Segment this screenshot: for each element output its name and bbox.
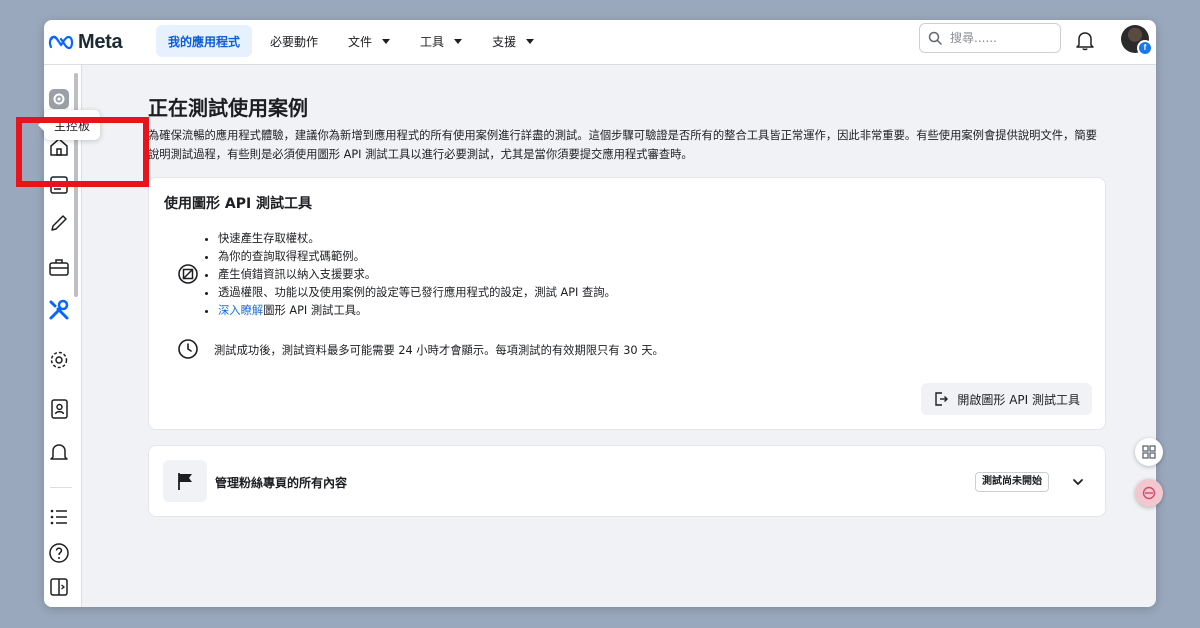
main-nav: 我的應用程式 必要動作 文件 工具 支援 [156,25,552,57]
learn-more-link[interactable]: 深入瞭解 [218,304,263,317]
nav-label: 文件 [348,34,373,49]
caret-down-icon [526,38,535,44]
page-title: 正在測試使用案例 [148,96,308,120]
facebook-badge-icon: f [1137,40,1153,56]
translate-button[interactable] [1135,479,1163,507]
pencil-icon[interactable] [47,211,71,235]
nav-required-actions[interactable]: 必要動作 [258,25,330,57]
open-external-icon [935,392,949,406]
bell-icon[interactable] [47,440,71,464]
app-settings-icon[interactable] [47,87,71,111]
button-label: 開啟圖形 API 測試工具 [957,392,1080,407]
open-graph-explorer-button[interactable]: 開啟圖形 API 測試工具 [921,383,1092,415]
search-input[interactable] [948,30,1048,46]
bell-icon [1076,32,1094,51]
nav-label: 工具 [420,34,445,49]
list-item: 透過權限、功能以及使用案例的設定等已發行應用程式的設定，測試 API 查詢。 [218,284,616,302]
panel-toggle-icon[interactable] [47,575,71,599]
search-icon [928,31,942,45]
app-window: Meta 我的應用程式 必要動作 文件 工具 支援 f [44,20,1156,607]
graph-api-explorer-card: 使用圖形 API 測試工具 快速產生存取權杖。 為你的查詢取得程式碼範例。 產生… [148,177,1106,430]
notifications-button[interactable] [1074,29,1096,55]
feature-list: 快速產生存取權杖。 為你的查詢取得程式碼範例。 產生偵錯資訊以納入支援要求。 透… [204,230,616,320]
card-title: 使用圖形 API 測試工具 [164,196,313,212]
gear-icon[interactable] [47,348,71,372]
clock-icon [177,338,199,364]
logo-text: Meta [78,30,123,53]
grid-apps-button[interactable] [1135,438,1163,466]
nav-my-apps[interactable]: 我的應用程式 [156,25,253,57]
grid-icon [1142,445,1156,459]
tools-icon[interactable] [47,298,71,322]
list-item: 產生偵錯資訊以納入支援要求。 [218,266,616,284]
avatar[interactable]: f [1121,25,1153,56]
page-description: 為確保流暢的應用程式體驗，建議你為新增到應用程式的所有使用案例進行詳盡的測試。這… [148,129,1097,161]
nav-docs[interactable]: 文件 [336,25,402,57]
learn-more-text: 圖形 API 測試工具。 [263,304,368,317]
meta-logo-icon [48,35,74,50]
nav-label: 支援 [492,34,517,49]
test-data-note: 測試成功後，測試資料最多可能需要 24 小時才會顯示。每項測試的有效期限只有 3… [214,344,664,357]
search-box[interactable] [919,23,1061,53]
list-item: 快速產生存取權杖。 [218,230,616,248]
caret-down-icon [382,38,391,44]
use-case-title: 管理粉絲專頁的所有內容 [215,476,348,490]
status-badge: 測試尚未開始 [975,472,1049,492]
nav-support[interactable]: 支援 [480,25,546,57]
help-icon[interactable] [47,541,71,565]
use-case-card[interactable]: 管理粉絲專頁的所有內容 測試尚未開始 [148,445,1106,517]
translate-icon [1142,486,1156,500]
sidebar-divider [50,487,72,488]
contacts-icon[interactable] [47,397,71,421]
list-icon[interactable] [47,505,71,529]
nav-label: 必要動作 [270,34,319,49]
nav-tools[interactable]: 工具 [408,25,474,57]
caret-down-icon [454,38,463,44]
graph-explorer-icon [177,263,199,289]
nav-label: 我的應用程式 [168,34,241,49]
list-item: 深入瞭解圖形 API 測試工具。 [218,302,616,320]
briefcase-icon[interactable] [47,255,71,279]
chevron-down-icon[interactable] [1071,474,1085,493]
highlight-box [16,117,149,187]
top-navigation-bar: Meta 我的應用程式 必要動作 文件 工具 支援 f [44,20,1156,65]
flag-icon [163,460,207,502]
meta-logo[interactable]: Meta [48,29,123,55]
list-item: 為你的查詢取得程式碼範例。 [218,248,616,266]
